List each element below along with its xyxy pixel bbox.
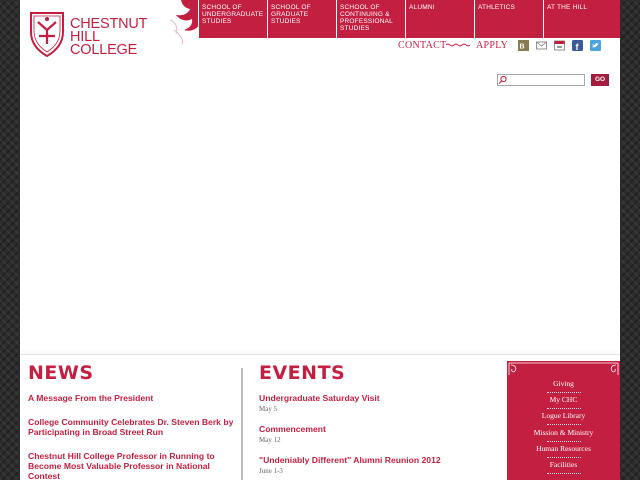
site-header: CHESTNUT HILL COLLEGE School of Undergra… — [20, 0, 620, 92]
separator — [547, 441, 581, 442]
facebook-icon[interactable]: f — [572, 40, 583, 51]
email-icon[interactable] — [536, 40, 547, 51]
svg-text:B: B — [520, 44, 525, 51]
apply-link[interactable]: APPLY — [476, 40, 508, 51]
nav-label: School of Graduate Studies — [271, 4, 311, 25]
nav-athletics[interactable]: Athletics — [474, 0, 543, 38]
quick-link-hr[interactable]: Human Resources — [507, 444, 620, 453]
calendar-icon[interactable] — [554, 40, 565, 51]
news-item[interactable]: Chestnut Hill College Professor in Runni… — [28, 451, 234, 480]
quick-link-mission[interactable]: Mission & Ministry — [507, 428, 620, 437]
events-heading: EVENTS — [259, 362, 346, 384]
contact-link[interactable]: CONTACT — [398, 40, 447, 51]
nav-graduate[interactable]: School of Graduate Studies — [267, 0, 336, 38]
college-logo[interactable]: CHESTNUT HILL COLLEGE — [28, 10, 168, 60]
divider — [20, 354, 620, 355]
search-go-button[interactable]: GO — [591, 74, 609, 86]
event-title[interactable]: Undergraduate Saturday Visit — [259, 393, 380, 403]
nav-label: At The Hill — [547, 4, 588, 11]
squiggle-divider-icon — [446, 43, 470, 47]
event-title[interactable]: "Undeniably Different" Alumni Reunion 20… — [259, 455, 441, 465]
crest-icon — [30, 12, 64, 58]
separator — [547, 457, 581, 458]
hero-area — [20, 92, 620, 354]
quick-link-giving[interactable]: Giving — [507, 379, 620, 388]
news-item[interactable]: College Community Celebrates Dr. Steven … — [28, 417, 234, 437]
nav-label: Alumni — [409, 4, 435, 11]
event-date: June 1-3 — [259, 467, 283, 475]
quick-links-panel: Giving My CHC Logue Library Mission & Mi… — [507, 361, 620, 480]
separator — [547, 473, 581, 474]
blog-icon[interactable]: B — [518, 40, 529, 51]
quick-link-my-chc[interactable]: My CHC — [507, 395, 620, 404]
separator — [547, 424, 581, 425]
separator — [547, 408, 581, 409]
event-date: May 5 — [259, 405, 278, 413]
page: CHESTNUT HILL COLLEGE School of Undergra… — [20, 0, 620, 480]
event-title[interactable]: Commencement — [259, 424, 326, 434]
search-input[interactable] — [497, 74, 585, 86]
nav-label: School of Continuing & Professional Stud… — [340, 4, 393, 32]
logo-wordmark: CHESTNUT HILL COLLEGE — [70, 17, 148, 58]
column-divider — [241, 368, 243, 480]
news-heading: NEWS — [28, 362, 94, 384]
search-icon — [498, 75, 507, 84]
nav-at-the-hill[interactable]: At The Hill — [543, 0, 620, 38]
quick-link-facilities[interactable]: Facilities — [507, 460, 620, 469]
twitter-icon[interactable] — [590, 40, 601, 51]
nav-continuing-professional[interactable]: School of Continuing & Professional Stud… — [336, 0, 405, 38]
quick-link-library[interactable]: Logue Library — [507, 411, 620, 420]
event-date: May 12 — [259, 436, 281, 444]
nav-alumni[interactable]: Alumni — [405, 0, 474, 38]
nav-undergraduate[interactable]: School of Undergraduate Studies — [198, 0, 267, 38]
corner-flourish-icon — [508, 362, 619, 375]
nav-label: Athletics — [478, 4, 516, 11]
logo-line: COLLEGE — [70, 42, 138, 58]
main-nav: School of Undergraduate Studies School o… — [198, 0, 620, 38]
nav-label: School of Undergraduate Studies — [202, 4, 264, 25]
separator — [547, 392, 581, 393]
news-item[interactable]: A Message From the President — [28, 393, 234, 403]
